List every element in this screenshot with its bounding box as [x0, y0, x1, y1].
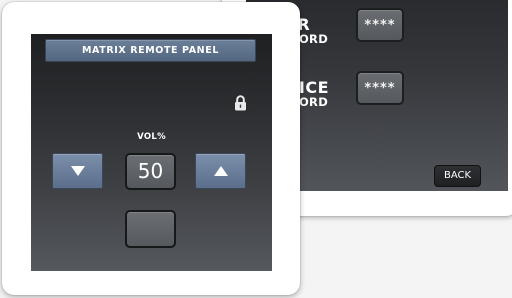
volume-screen: MATRIX REMOTE PANEL VOL% 50 — [31, 34, 272, 271]
lock-icon[interactable] — [234, 95, 247, 111]
volume-value-display: 50 — [125, 153, 176, 190]
volume-up-button[interactable] — [195, 153, 246, 189]
volume-down-button[interactable] — [52, 153, 103, 189]
volume-label: VOL% — [137, 132, 166, 142]
panel-title: MATRIX REMOTE PANEL — [45, 39, 256, 62]
volume-panel: MATRIX REMOTE PANEL VOL% 50 — [2, 2, 300, 295]
back-button[interactable]: BACK — [434, 165, 481, 187]
triangle-down-icon — [70, 166, 85, 176]
device-password-field[interactable]: **** — [356, 71, 404, 105]
user-password-field[interactable]: **** — [356, 8, 404, 42]
triangle-up-icon — [213, 166, 228, 176]
blank-button[interactable] — [125, 210, 176, 248]
